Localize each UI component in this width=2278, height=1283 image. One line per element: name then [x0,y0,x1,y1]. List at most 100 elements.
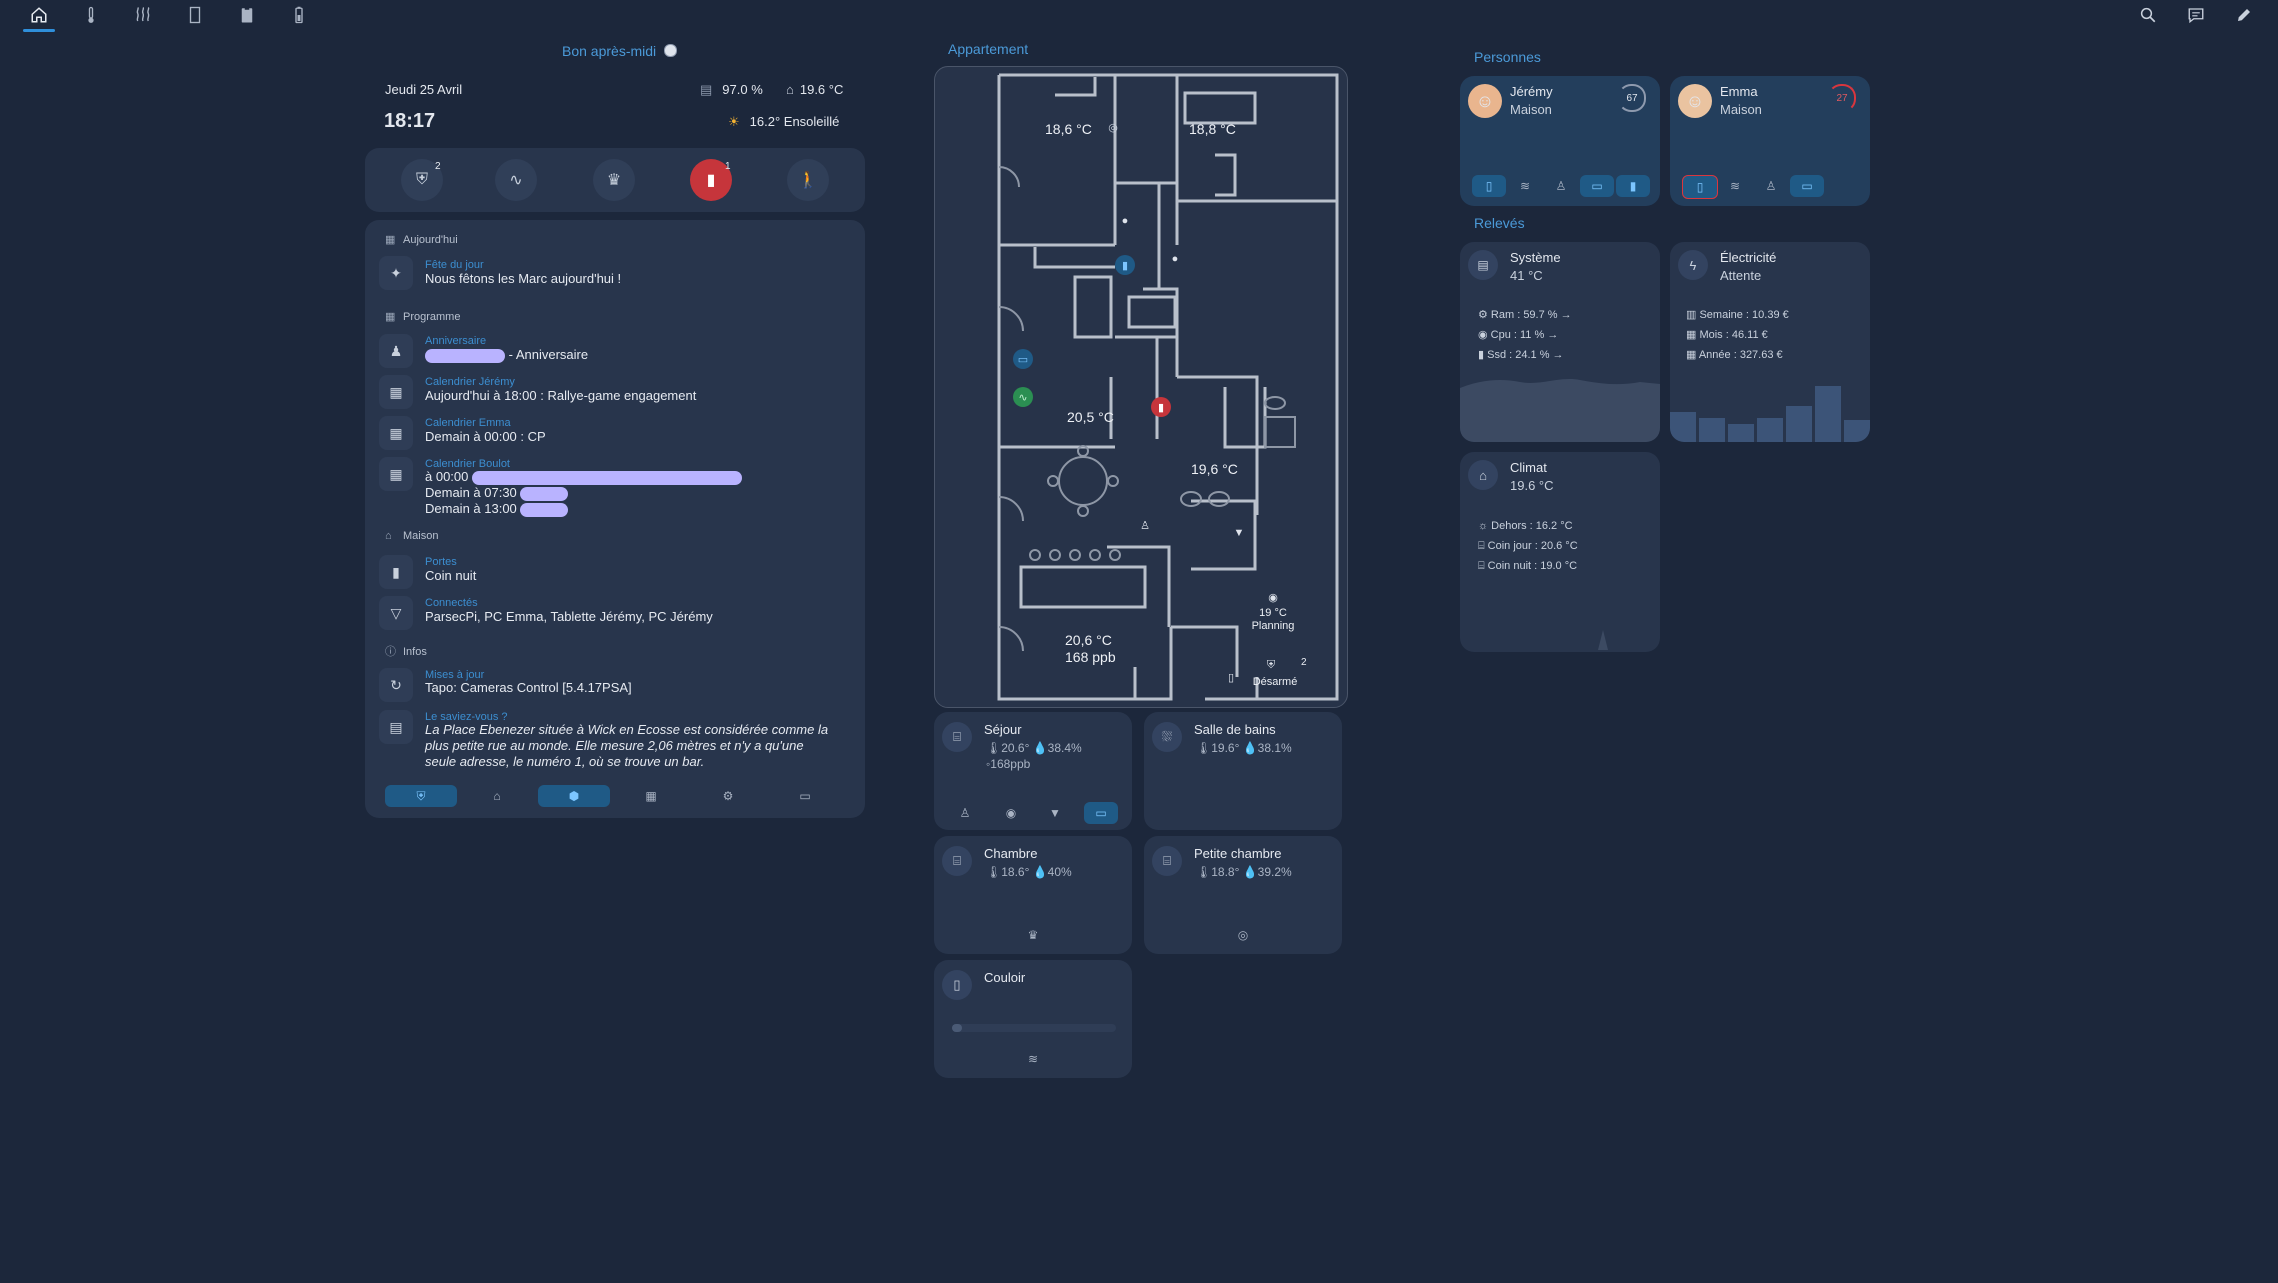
room-card-chambre[interactable]: ⌸ Chambre 🌡18.6° 💧40% ♛ [934,836,1132,954]
lamp-icon[interactable]: ▼ [1038,802,1072,824]
house-thermometer-icon: ⌂ [786,82,794,97]
room-name: Petite chambre [1194,846,1282,861]
search-button[interactable] [2126,0,2170,30]
person-card-emma[interactable]: ☺ Emma Maison 27 ▯ ≋ ♙ ▭ [1670,76,1870,206]
room-name: Séjour [984,722,1022,737]
tab-settings[interactable]: ⚙ [692,785,764,807]
quick-actions-card: ⛨ 2 ∿ ♛ ▮ 1 🚶 [365,148,865,212]
lamp-icon[interactable]: ● [1165,249,1185,269]
mois-value: Mois : 46.11 € [1699,329,1768,341]
alarm-shield-icon[interactable]: ⛨ [1261,655,1281,675]
person-icon[interactable]: ♙ [1544,175,1578,197]
electricite-card[interactable]: ϟ Électricité Attente ▥ Semaine : 10.39 … [1670,242,1870,442]
lamp-icon[interactable]: ♛ [1016,924,1050,946]
assist-button[interactable] [2174,0,2218,30]
date-label: Jeudi 25 Avril [385,82,463,97]
room-card-salle-de-bains[interactable]: ⛆ Salle de bains 🌡19.6° 💧38.1% [1144,712,1342,830]
slider-handle[interactable] [952,1024,962,1032]
today-header-text: Aujourd'hui [403,234,458,246]
greeting-text: Bon après-midi [562,43,657,59]
vacuum-icon[interactable]: ◎ [1103,117,1123,137]
planning-label: Planning [1251,620,1295,632]
today-header: ▦ Aujourd'hui [385,233,458,246]
tab-dashboard[interactable]: ▦ [615,785,687,807]
room-temp-label: 18,8 °C [1189,121,1236,137]
infos-header-text: Infos [403,646,427,658]
person-name: Jérémy [1510,84,1553,99]
tv-icon[interactable]: ▭ [1013,349,1033,369]
heating-tab[interactable] [121,0,165,30]
lights-button[interactable]: ♛ [593,159,635,201]
person-icon[interactable]: ♙ [948,802,982,824]
fete-label: Fête du jour [425,259,484,271]
tablet-icon[interactable]: ▭ [1580,175,1614,197]
card-title: Climat [1510,460,1547,475]
portes-text: Coin nuit [425,568,477,583]
motion-button[interactable]: ∿ [495,159,537,201]
cpu-line: ◉ Cpu : 11 % → [1478,329,1559,341]
vacuum-icon[interactable]: ◎ [1226,924,1260,946]
laptop-icon[interactable]: ▭ [1790,175,1824,197]
laptop-icon[interactable]: ▮ [1616,175,1650,197]
room-card-couloir[interactable]: ▯ Couloir ≋ [934,960,1132,1078]
home-tab[interactable] [17,0,61,32]
indoor-temp-readout: ⌂ 19.6 °C [786,82,843,97]
person-icon[interactable]: ♙ [1754,175,1788,197]
tab-messages[interactable]: ▭ [769,785,841,807]
home-icon: ⌂ [385,530,392,542]
battery-value: 27 [1836,92,1848,104]
gear-icon: ⚙ [722,789,734,803]
server-icon: ▤ [1468,250,1498,280]
heating-icon[interactable]: ≋ [1016,1048,1050,1070]
edit-button[interactable] [2222,0,2266,30]
person-card-jeremy[interactable]: ☺ Jérémy Maison 67 ▯ ≋ ♙ ▭ ▮ [1460,76,1660,206]
weather-readout[interactable]: ☀ 16.2° Ensoleillé [728,114,839,130]
wifi-icon[interactable]: ≋ [1508,175,1542,197]
battery-value: 67 [1626,92,1638,104]
climat-card[interactable]: ⌂ Climat 19.6 °C ☼ Dehors : 16.2 °C ⌸ Co… [1460,452,1660,652]
systeme-card[interactable]: ▤ Système 41 °C ⚙ Ram : 59.7 % → ◉ Cpu :… [1460,242,1660,442]
tablet-icon[interactable]: ▮ [1115,255,1135,275]
door-open-icon: ▮ [706,172,716,189]
room-humidity: 38.1% [1257,741,1292,755]
tab-3d[interactable]: ⬢ [538,785,610,807]
door-icon: ▮ [379,555,413,589]
lamp-icon[interactable]: ▼ [1229,523,1249,543]
update-icon: ↻ [379,668,413,702]
clipboard-tab[interactable] [225,0,269,30]
lamp-icon[interactable]: ● [1115,211,1135,231]
tab-cleaning[interactable]: ⌂ [461,785,533,807]
room-name: Couloir [984,970,1026,985]
annee-value: Année : 327.63 € [1698,349,1783,361]
cal-boulot-line-2: Demain à 07:30 [425,485,569,501]
room-card-sejour[interactable]: ⌸ Séjour 🌡20.6° 💧38.4% ◦168ppb ♙ ◉ ▼ ▭ [934,712,1132,830]
alarm-shield-icon: ⛨ [415,171,428,188]
battery-tab[interactable] [277,0,321,30]
room-temp-label: 19,6 °C [1191,461,1238,477]
thermostat-icon[interactable]: ◉ [1263,587,1283,607]
floorplan-card[interactable]: 18,6 °C 18,8 °C 20,5 °C 19,6 °C 20,6 °C … [934,66,1348,708]
tv-icon[interactable]: ▭ [1084,802,1118,824]
phone-icon[interactable]: ▯ [1472,175,1506,197]
door-open-icon[interactable]: ▮ [1151,397,1171,417]
presence-button[interactable]: 🚶 [787,159,829,201]
slider-track[interactable] [952,1024,1116,1032]
speaker-icon[interactable]: ◉ [994,802,1028,824]
door-icon[interactable]: ▯ [1221,667,1241,687]
sofa-icon: ⌸ [942,722,972,752]
room-card-petite-chambre[interactable]: ⌸ Petite chambre 🌡18.8° 💧39.2% ◎ [1144,836,1342,954]
redacted-text [520,502,569,517]
humidity-value: 97.0 % [722,82,763,97]
cal-emma-label: Calendrier Emma [425,417,511,429]
tab-security[interactable]: ⛨ [385,785,457,807]
door-icon: ▯ [942,970,972,1000]
motion-sensor-icon[interactable]: ∿ [1013,387,1033,407]
alarm-badge: 2 [435,161,441,172]
phone-icon[interactable]: ▯ [1682,175,1718,199]
person-icon[interactable]: ♙ [1135,515,1155,535]
wifi-icon[interactable]: ≋ [1718,175,1752,197]
temperature-tab[interactable] [69,0,113,30]
maison-header-text: Maison [403,530,439,542]
alarm-badge: 2 [1301,657,1307,668]
doors-tab[interactable] [173,0,217,30]
